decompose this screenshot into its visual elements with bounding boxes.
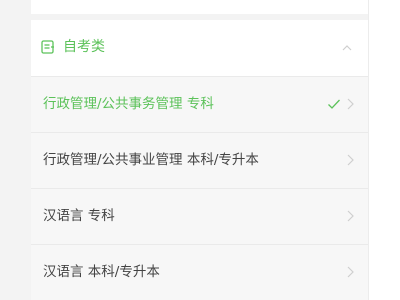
category-title: 自考类 [63,39,105,55]
left-gutter [0,0,31,300]
chevron-right-icon [347,266,354,278]
chevron-right-icon [347,154,354,166]
option-list: 行政管理/公共事务管理 专科 行政管理/公共事业管理 本科/专升本 汉语言 专科 [31,76,368,300]
option-label: 汉语言 本科/专升本 [43,264,160,280]
chevron-up-icon[interactable] [340,41,354,55]
side-panel-edge [368,0,400,300]
option-row[interactable]: 汉语言 本科/专升本 [31,244,368,300]
option-row[interactable]: 行政管理/公共事务管理 专科 [31,76,368,132]
category-panel: 自考类 行政管理/公共事务管理 专科 行政管理/公共事业管理 本科/专升本 汉语… [31,20,368,300]
major-selection-screen: 自考类 行政管理/公共事务管理 专科 行政管理/公共事业管理 本科/专升本 汉语… [0,0,400,300]
chevron-right-icon [347,210,354,222]
option-label: 汉语言 专科 [43,208,115,224]
category-header[interactable]: 自考类 [31,20,368,76]
chevron-right-icon [347,98,354,110]
option-label: 行政管理/公共事业管理 本科/专升本 [43,152,259,168]
previous-section-card [31,0,368,14]
option-row[interactable]: 行政管理/公共事业管理 本科/专升本 [31,132,368,188]
option-row[interactable]: 汉语言 专科 [31,188,368,244]
document-icon [41,40,54,54]
option-label: 行政管理/公共事务管理 专科 [43,96,214,112]
check-icon [328,99,340,109]
